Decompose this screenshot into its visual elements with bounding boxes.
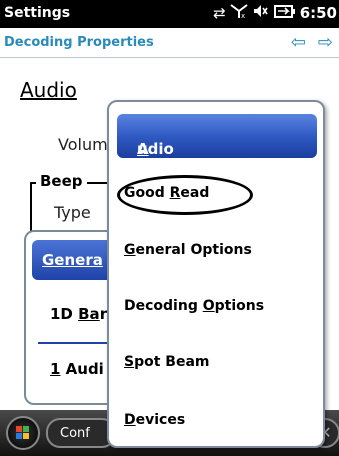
battery-charging-icon[interactable] xyxy=(273,3,296,23)
item-suffix: Audi xyxy=(60,360,104,378)
status-bar: Settings ⇄ x 6:50 xyxy=(0,0,339,28)
item-prefix: Decoding xyxy=(124,298,203,314)
item-rest: eneral Options xyxy=(135,242,252,258)
background-menu-divider xyxy=(38,342,112,344)
windows-start-icon[interactable] xyxy=(6,416,40,450)
item-accelerator: O xyxy=(202,298,215,314)
no-signal-icon[interactable]: x xyxy=(230,3,248,23)
page-header: Decoding Properties ⇦ ⇨ xyxy=(0,28,339,58)
svg-text:x: x xyxy=(241,12,245,19)
item-rest: ptions xyxy=(214,298,265,314)
item-accelerator: S xyxy=(124,354,135,370)
menu-item-decoding-options[interactable]: Decoding Options xyxy=(124,298,264,314)
nav-arrows: ⇦ ⇨ xyxy=(291,32,333,53)
background-menu-item-1-audio[interactable]: 1 Audi xyxy=(50,360,104,378)
item-rest: udio xyxy=(137,140,174,158)
item-accelerator: G xyxy=(124,242,136,258)
popup-menu: Audio Good Read General Options Decoding… xyxy=(107,100,325,448)
status-icons: ⇄ x 6:50 xyxy=(213,3,337,23)
arrow-right-icon[interactable]: ⇨ xyxy=(318,32,333,53)
item-suffix: r xyxy=(99,305,108,323)
menu-item-devices[interactable]: Devices xyxy=(124,412,185,428)
item-accelerator: R xyxy=(169,185,181,201)
status-bar-title: Settings xyxy=(4,5,71,21)
taskbar-conf-button[interactable]: Conf xyxy=(46,418,116,448)
item-prefix: Good xyxy=(124,185,170,201)
item-prefix: 1D xyxy=(50,305,79,323)
page-title: Decoding Properties xyxy=(4,35,154,50)
volume-label: Volum xyxy=(58,135,108,154)
background-menu-selected-label: Genera xyxy=(42,251,103,269)
item-rest: pot Beam xyxy=(134,354,210,370)
speaker-mute-icon[interactable] xyxy=(252,3,270,23)
item-rest: ead xyxy=(180,185,210,201)
section-title-audio: Audio xyxy=(20,78,77,102)
menu-item-good-read[interactable]: Good Read xyxy=(124,185,209,201)
item-accelerator: Ba xyxy=(78,305,100,323)
type-label: Type xyxy=(54,203,91,222)
sync-icon[interactable]: ⇄ xyxy=(213,4,226,22)
item-accelerator: 1 xyxy=(50,360,61,378)
menu-item-spot-beam[interactable]: Spot Beam xyxy=(124,354,210,370)
menu-item-audio[interactable]: Audio xyxy=(117,114,317,158)
arrow-left-icon[interactable]: ⇦ xyxy=(291,32,306,53)
item-accelerator: D xyxy=(124,412,136,428)
menu-item-general-options[interactable]: General Options xyxy=(124,242,252,258)
beep-group-label: Beep xyxy=(36,172,87,190)
background-menu-item-1d-bar[interactable]: 1D Bar xyxy=(50,305,107,323)
item-rest: evices xyxy=(135,412,186,428)
clock[interactable]: 6:50 xyxy=(300,4,337,22)
